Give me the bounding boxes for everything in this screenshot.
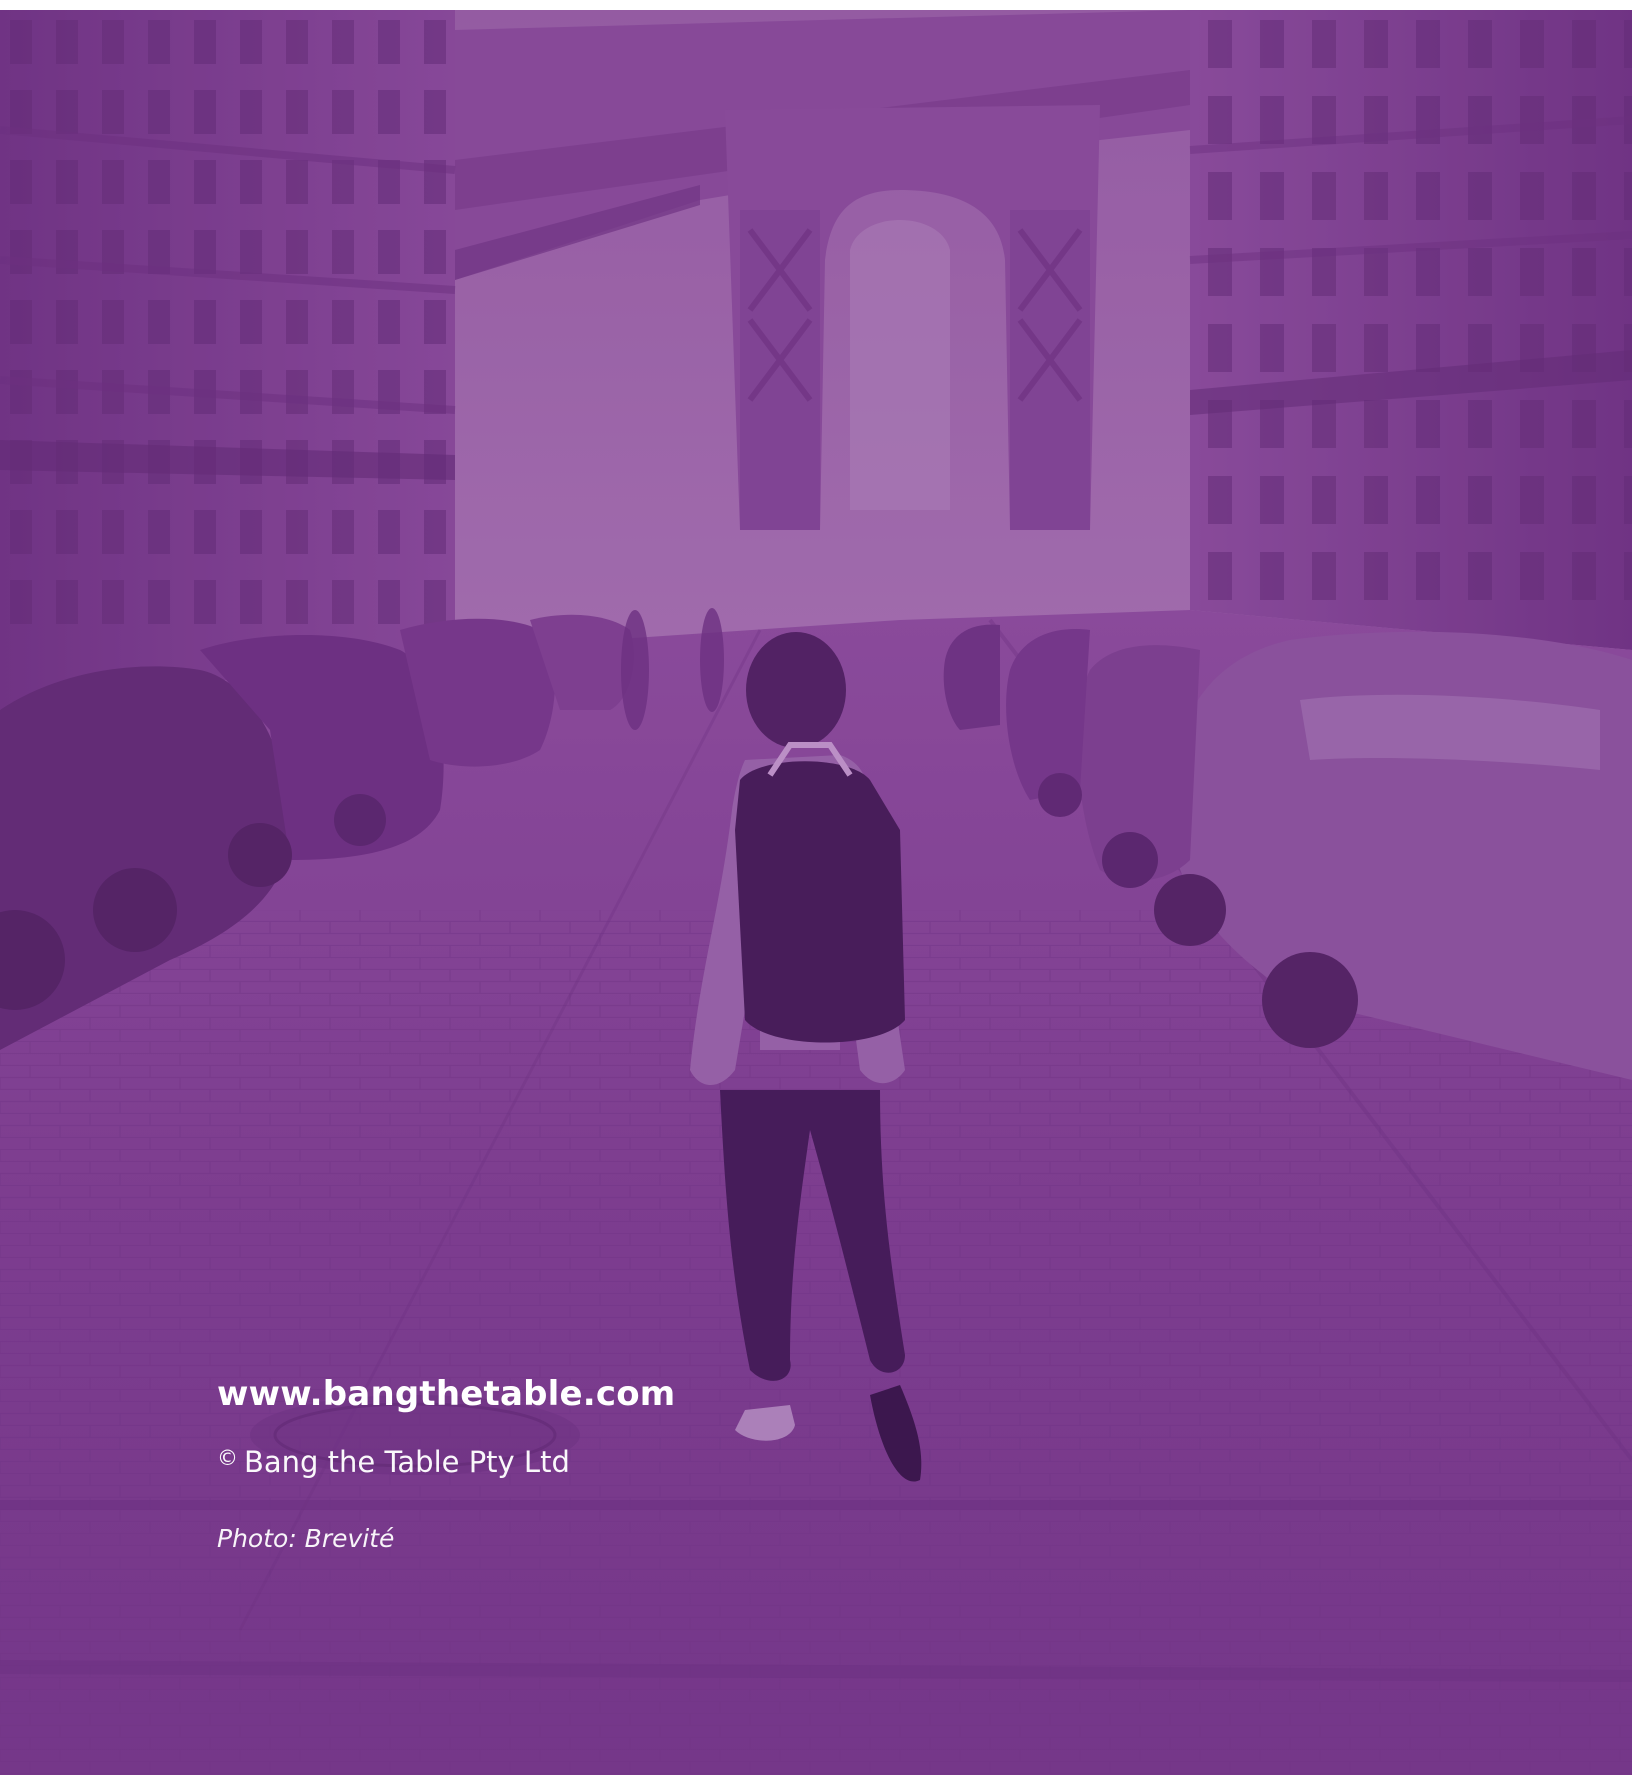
copyright-line: © Bang the Table Pty Ltd — [217, 1438, 570, 1482]
street-photo-background — [0, 10, 1632, 1775]
photo-credit: Photo: Brevité — [217, 1524, 395, 1553]
copyright-symbol: © — [217, 1446, 238, 1470]
back-cover-page: www.bangthetable.com © Bang the Table Pty… — [0, 10, 1632, 1775]
website-link[interactable]: www.bangthetable.com — [217, 1372, 675, 1416]
copyright-holder: Bang the Table Pty Ltd — [244, 1445, 570, 1479]
